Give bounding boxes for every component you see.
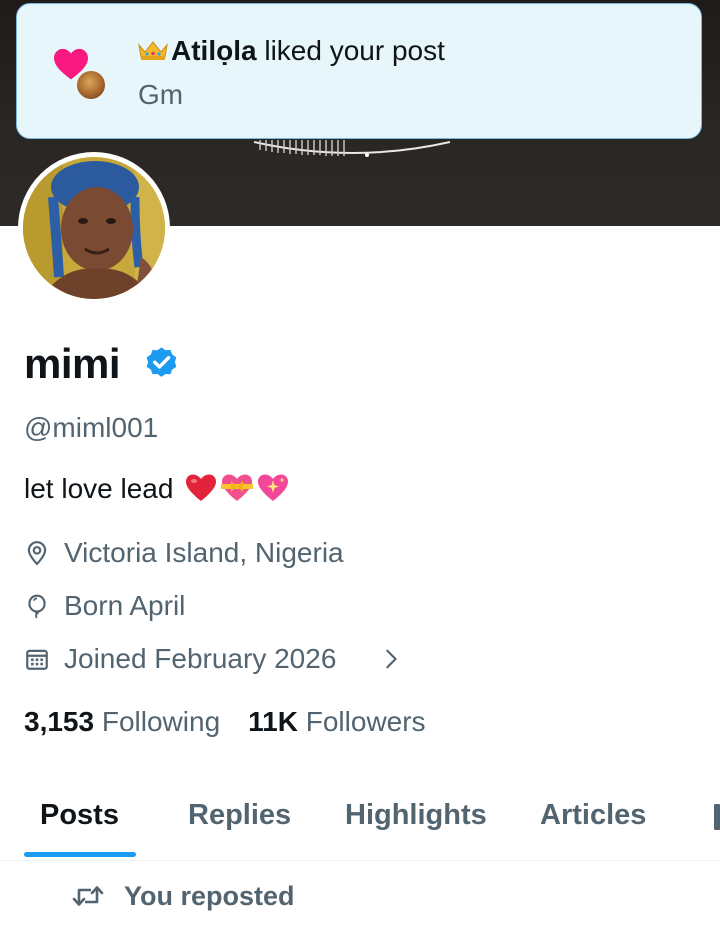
profile-handle: @miml001 — [24, 412, 159, 443]
chevron-right-icon[interactable] — [380, 648, 402, 670]
tab-articles[interactable]: Articles — [540, 796, 646, 834]
tab-highlights[interactable]: Highlights — [345, 796, 487, 834]
heart-with-ribbon-emoji — [221, 474, 254, 501]
repost-icon — [72, 886, 104, 906]
profile-joined[interactable]: Joined February 2026 — [24, 641, 424, 677]
display-name: mimi — [24, 340, 121, 387]
location-text: Victoria Island, Nigeria — [64, 537, 344, 568]
bio-text: let love lead — [24, 473, 174, 504]
verified-badge-icon[interactable] — [143, 345, 180, 382]
birthday-text: Born April — [64, 590, 186, 621]
balloon-icon — [28, 594, 46, 619]
profile-avatar[interactable] — [18, 152, 170, 304]
following-stat[interactable]: 3,153 Following — [24, 706, 220, 737]
joined-text: Joined February 2026 — [64, 643, 337, 674]
notification-text: Atilọla liked your post — [137, 34, 445, 68]
notifier-avatar[interactable] — [75, 69, 107, 101]
notifier-name[interactable]: Atilọla — [171, 35, 257, 66]
crown-emoji — [138, 41, 168, 60]
red-heart-emoji — [186, 474, 217, 501]
active-tab-indicator — [24, 852, 136, 857]
tab-posts[interactable]: Posts — [40, 796, 119, 834]
tab-overflow-peek[interactable] — [714, 804, 720, 830]
profile-bio: let love lead — [24, 471, 289, 507]
sparkling-heart-emoji — [258, 474, 289, 501]
location-pin-icon — [27, 541, 47, 566]
repost-label: You reposted — [124, 881, 295, 911]
calendar-icon — [26, 649, 48, 670]
like-notification-toast[interactable]: Atilọla liked your post Gm — [16, 3, 702, 139]
followers-count: 11K — [248, 706, 298, 737]
notification-preview: Gm — [138, 79, 184, 110]
following-count: 3,153 — [24, 706, 95, 737]
profile-page: Atilọla liked your post Gm mimi @miml001… — [0, 0, 720, 933]
tab-replies[interactable]: Replies — [188, 796, 291, 834]
notification-action: liked your post — [256, 35, 445, 66]
followers-label: Followers — [305, 706, 426, 737]
follow-stats: 3,153 Following 11K Followers — [24, 704, 426, 740]
profile-tabs: Posts Replies Highlights Articles — [0, 780, 720, 861]
avatar-photo — [23, 157, 165, 299]
followers-stat[interactable]: 11K Followers — [248, 706, 425, 737]
following-label: Following — [101, 706, 221, 737]
